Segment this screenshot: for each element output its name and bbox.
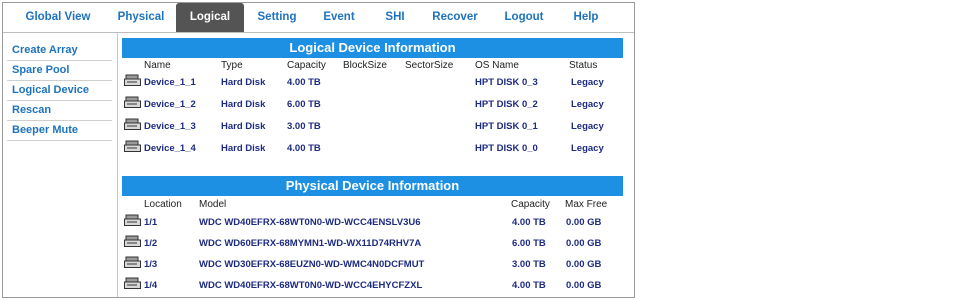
tab-shi[interactable]: SHI xyxy=(373,3,417,32)
tab-logout[interactable]: Logout xyxy=(493,3,555,32)
logical-header-status: Status xyxy=(569,60,598,71)
physical-max-free: 0.00 GB xyxy=(566,259,602,270)
physical-location-link[interactable]: 1/4 xyxy=(144,280,157,291)
tab-setting[interactable]: Setting xyxy=(246,3,308,32)
logical-header-blocksize: BlockSize xyxy=(343,60,387,71)
sidebar-item-spare-pool[interactable]: Spare Pool xyxy=(7,61,112,81)
device-type: Hard Disk xyxy=(221,77,266,88)
hard-disk-icon xyxy=(124,74,141,86)
physical-section-title: Physical Device Information xyxy=(122,176,623,196)
physical-header-max-free: Max Free xyxy=(565,199,608,210)
device-os-name: HPT DISK 0_3 xyxy=(475,77,538,88)
hard-disk-icon xyxy=(124,140,141,152)
logical-header-name: Name xyxy=(144,60,171,71)
device-capacity: 4.00 TB xyxy=(287,77,321,88)
device-os-name: HPT DISK 0_0 xyxy=(475,143,538,154)
tab-help[interactable]: Help xyxy=(561,3,611,32)
physical-capacity: 3.00 TB xyxy=(512,259,546,270)
device-name-link[interactable]: Device_1_4 xyxy=(144,143,196,154)
sidebar-item-logical-device[interactable]: Logical Device xyxy=(7,81,112,101)
app-frame: Global View Physical Logical Setting Eve… xyxy=(2,2,635,298)
device-type: Hard Disk xyxy=(221,143,266,154)
physical-max-free: 0.00 GB xyxy=(566,280,602,291)
device-type: Hard Disk xyxy=(221,121,266,132)
physical-header-capacity: Capacity xyxy=(511,199,550,210)
logical-section-title: Logical Device Information xyxy=(122,38,623,58)
device-capacity: 3.00 TB xyxy=(287,121,321,132)
logical-header-capacity: Capacity xyxy=(287,60,326,71)
device-name-link[interactable]: Device_1_2 xyxy=(144,99,196,110)
device-name-link[interactable]: Device_1_3 xyxy=(144,121,196,132)
device-os-name: HPT DISK 0_2 xyxy=(475,99,538,110)
physical-location-link[interactable]: 1/3 xyxy=(144,259,157,270)
sidebar-item-beeper-mute[interactable]: Beeper Mute xyxy=(7,121,112,141)
device-capacity: 4.00 TB xyxy=(287,143,321,154)
logical-header-type: Type xyxy=(221,60,243,71)
sidebar-item-create-array[interactable]: Create Array xyxy=(7,41,112,61)
device-capacity: 6.00 TB xyxy=(287,99,321,110)
physical-capacity: 4.00 TB xyxy=(512,217,546,228)
device-status: Legacy xyxy=(571,99,604,110)
physical-model: WDC WD60EFRX-68MYMN1-WD-WX11D74RHV7A xyxy=(199,238,422,249)
hard-disk-icon xyxy=(124,118,141,130)
device-status: Legacy xyxy=(571,77,604,88)
hard-disk-icon xyxy=(124,96,141,108)
tab-physical[interactable]: Physical xyxy=(109,3,173,32)
tab-recover[interactable]: Recover xyxy=(423,3,487,32)
physical-location-link[interactable]: 1/1 xyxy=(144,217,157,228)
physical-model: WDC WD40EFRX-68WT0N0-WD-WCC4ENSLV3U6 xyxy=(199,217,421,228)
sidebar: Create Array Spare Pool Logical Device R… xyxy=(3,33,118,297)
device-status: Legacy xyxy=(571,143,604,154)
physical-max-free: 0.00 GB xyxy=(566,238,602,249)
sidebar-item-rescan[interactable]: Rescan xyxy=(7,101,112,121)
hard-disk-icon xyxy=(124,235,141,247)
physical-header-location: Location xyxy=(144,199,182,210)
physical-max-free: 0.00 GB xyxy=(566,217,602,228)
logical-header-os-name: OS Name xyxy=(475,60,519,71)
physical-capacity: 4.00 TB xyxy=(512,280,546,291)
physical-model: WDC WD30EFRX-68EUZN0-WD-WMC4N0DCFMUT xyxy=(199,259,425,270)
top-nav: Global View Physical Logical Setting Eve… xyxy=(3,3,634,33)
physical-location-link[interactable]: 1/2 xyxy=(144,238,157,249)
tab-event[interactable]: Event xyxy=(313,3,365,32)
device-status: Legacy xyxy=(571,121,604,132)
physical-capacity: 6.00 TB xyxy=(512,238,546,249)
device-os-name: HPT DISK 0_1 xyxy=(475,121,538,132)
logical-header-sectorsize: SectorSize xyxy=(405,60,454,71)
physical-header-model: Model xyxy=(199,199,227,210)
device-name-link[interactable]: Device_1_1 xyxy=(144,77,196,88)
hard-disk-icon xyxy=(124,256,141,268)
hard-disk-icon xyxy=(124,214,141,226)
device-type: Hard Disk xyxy=(221,99,266,110)
physical-model: WDC WD40EFRX-68WT0N0-WD-WCC4EHYCFZXL xyxy=(199,280,423,291)
tab-logical[interactable]: Logical xyxy=(176,3,244,32)
hard-disk-icon xyxy=(124,277,141,289)
tab-global-view[interactable]: Global View xyxy=(7,3,109,32)
